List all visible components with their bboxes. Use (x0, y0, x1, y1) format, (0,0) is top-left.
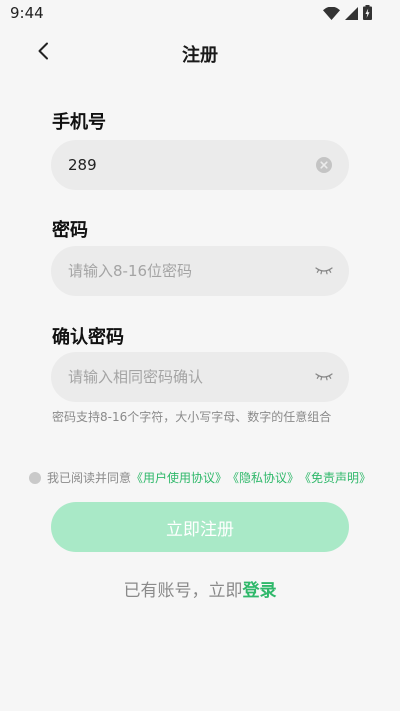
agreement-text: 我已阅读并同意 (47, 471, 132, 485)
password-hint: 密码支持8-16个字符，大小写字母、数字的任意组合 (52, 410, 332, 424)
phone-input[interactable] (68, 140, 298, 190)
login-prompt: 已有账号，立即 (123, 581, 243, 601)
user-agreement-link[interactable]: 《用户使用协议》 (131, 469, 227, 486)
phone-label: 手机号 (52, 112, 106, 133)
status-icons (323, 5, 372, 24)
agreement-row: 我已阅读并同意 《用户使用协议》 《隐私协议》 《免责声明》 (29, 469, 371, 486)
confirm-password-input[interactable] (68, 352, 298, 402)
eye-closed-icon[interactable] (315, 263, 333, 279)
register-screen: 9:44 注册 手机号 289 密码 确认密码 密码支持8-16个字符，大小写字… (0, 0, 400, 711)
battery-icon (363, 5, 372, 24)
register-button[interactable]: 立即注册 (51, 502, 349, 552)
status-time: 9:44 (10, 4, 44, 22)
eye-closed-icon[interactable] (315, 369, 333, 385)
disclaimer-link[interactable]: 《免责声明》 (299, 469, 371, 486)
clear-icon[interactable] (315, 157, 333, 173)
privacy-agreement-link[interactable]: 《隐私协议》 (227, 469, 299, 486)
agreement-checkbox[interactable] (29, 471, 41, 484)
confirm-password-label: 确认密码 (52, 327, 124, 348)
login-link[interactable]: 登录 (243, 581, 277, 601)
phone-field[interactable] (51, 140, 349, 190)
password-field[interactable] (51, 246, 349, 296)
wifi-icon (323, 5, 340, 24)
password-input[interactable] (68, 246, 298, 296)
password-label: 密码 (52, 220, 88, 241)
confirm-password-field[interactable] (51, 352, 349, 402)
page-title: 注册 (182, 45, 218, 66)
signal-icon (345, 5, 358, 24)
login-row: 已有账号，立即登录 (0, 576, 400, 601)
status-bar: 9:44 (0, 0, 400, 28)
